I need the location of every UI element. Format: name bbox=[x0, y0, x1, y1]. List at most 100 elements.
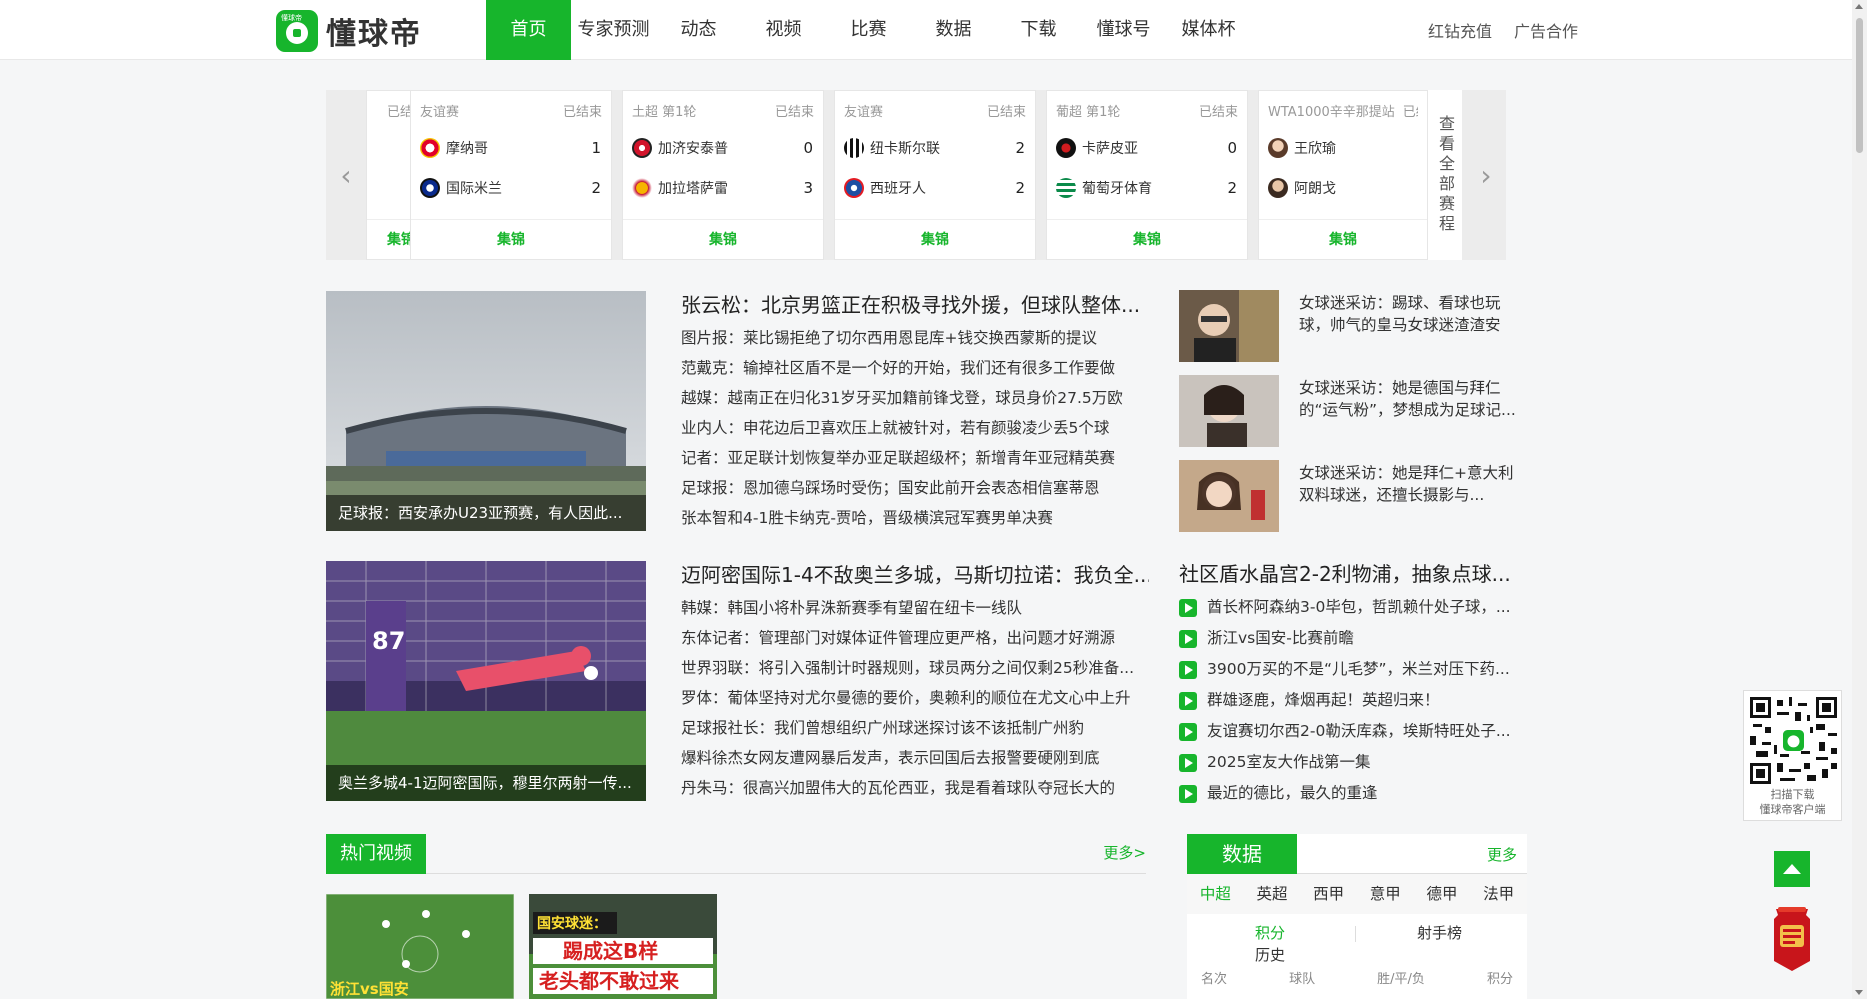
video-news-item[interactable]: 群雄逐鹿，烽烟再起！英超归来！ bbox=[1179, 685, 1519, 716]
qr-code-icon bbox=[1750, 697, 1837, 784]
news-item[interactable]: 足球报：恩加德乌踩场时受伤；国安此前开会表态相信塞蒂恩 bbox=[681, 473, 1149, 503]
highlights-link[interactable]: 集锦 bbox=[411, 219, 611, 259]
match-card[interactable]: WTA1000辛辛那提站已结束 王欣瑜 阿朗戈 集锦 bbox=[1258, 90, 1428, 260]
news-item[interactable]: 越媒：越南正在归化31岁牙买加籍前锋戈登，球员身价27.5万欧 bbox=[681, 383, 1149, 413]
news-item[interactable]: 图片报：莱比锡拒绝了切尔西用恩昆库+钱交换西蒙斯的提议 bbox=[681, 323, 1149, 353]
carousel-next-icon[interactable]: › bbox=[1466, 90, 1506, 260]
nav-home[interactable]: 首页 bbox=[486, 0, 571, 60]
match-carousel: ‹ 已结束 2 0 集锦 友谊赛 已结束 摩纳哥 1 国际米兰 2 集锦 土超 第1轮… bbox=[326, 90, 1506, 260]
video-news-item[interactable]: 2025室友大作战第一集 bbox=[1179, 747, 1519, 778]
subtab-divider bbox=[1355, 926, 1356, 942]
feature-caption: 足球报：西安承办U23亚预赛，有人因此... bbox=[326, 495, 646, 531]
tab-ligue-1[interactable]: 法甲 bbox=[1483, 874, 1514, 914]
tab-la-liga[interactable]: 西甲 bbox=[1313, 874, 1344, 914]
carousel-prev-icon[interactable]: ‹ bbox=[326, 90, 366, 260]
highlights-link[interactable]: 集锦 bbox=[623, 219, 823, 259]
side-news-headline[interactable]: 社区盾水晶宫2-2利物浦，抽象点球... bbox=[1179, 560, 1519, 588]
feature-news-image[interactable]: 足球报：西安承办U23亚预赛，有人因此... bbox=[326, 291, 646, 531]
video-news-title: 酋长杯阿森纳3-0毕包，哲凯赖什处子球，... bbox=[1207, 598, 1511, 616]
recharge-link[interactable]: 红钻充值 bbox=[1428, 18, 1492, 42]
video-news-item[interactable]: 最近的德比，最久的重逢 bbox=[1179, 778, 1519, 809]
highlights-link[interactable]: 集锦 bbox=[1259, 219, 1427, 259]
site-logo[interactable]: 懂球帝 懂球帝 bbox=[276, 10, 422, 52]
match-card[interactable]: 友谊赛 已结束 摩纳哥 1 国际米兰 2 集锦 bbox=[410, 90, 612, 260]
tab-history[interactable]: 历史 bbox=[1255, 944, 1285, 965]
sporting-logo-icon bbox=[1056, 178, 1076, 198]
match-card[interactable]: 土超 第1轮 已结束 加济安泰普 0 加拉塔萨雷 3 集锦 bbox=[622, 90, 824, 260]
tab-premier-league[interactable]: 英超 bbox=[1256, 874, 1287, 914]
nav-media-cup[interactable]: 媒体杯 bbox=[1166, 0, 1251, 60]
highlights-link[interactable]: 集锦 bbox=[1047, 219, 1247, 259]
tab-top-scorers[interactable]: 射手榜 bbox=[1417, 922, 1462, 943]
scroll-up-arrow-icon[interactable] bbox=[1855, 4, 1863, 9]
video-news-item[interactable]: 友谊赛切尔西2-0勒沃库森，埃斯特旺处子... bbox=[1179, 716, 1519, 747]
nav-expert-prediction[interactable]: 专家预测 bbox=[571, 0, 656, 60]
video-overlay-text: 浙江vs国安 bbox=[330, 980, 409, 998]
qr-caption: 扫描下载 懂球帝客户端 bbox=[1744, 787, 1841, 817]
promo-badge-icon[interactable] bbox=[1770, 905, 1814, 973]
column-points: 积分 bbox=[1486, 972, 1513, 987]
page-scrollbar[interactable] bbox=[1852, 0, 1867, 999]
match-card[interactable]: 友谊赛 已结束 纽卡斯尔联 2 西班牙人 2 集锦 bbox=[834, 90, 1036, 260]
play-icon bbox=[1179, 660, 1197, 679]
highlights-link[interactable]: 集锦 bbox=[835, 219, 1035, 259]
news-item[interactable]: 韩媒：韩国小将朴昇洙新赛季有望留在纽卡一线队 bbox=[681, 593, 1149, 623]
nav-data[interactable]: 数据 bbox=[911, 0, 996, 60]
news-item[interactable]: 业内人：申花边后卫喜欢压上就被针对，若有颜骏凌少丢5个球 bbox=[681, 413, 1149, 443]
news-item[interactable]: 足球报社长：我们曾想组织广州球迷探讨该不该抵制广州豹 bbox=[681, 713, 1149, 743]
data-panel: 数据 更多 中超 英超 西甲 意甲 德甲 法甲 积分 历史 射手榜 名次 球队 … bbox=[1187, 834, 1527, 999]
tab-csl[interactable]: 中超 bbox=[1200, 874, 1231, 914]
fan-interview-item[interactable]: 女球迷采访：她是拜仁+意大利双料球迷，还擅长摄影与... bbox=[1179, 460, 1519, 532]
news-item[interactable]: 爆料徐杰女网友遭网暴后发声，表示回国后去报警要硬刚到底 bbox=[681, 743, 1149, 773]
view-all-schedule-link[interactable]: 查看全部赛程 bbox=[1428, 90, 1462, 260]
ad-cooperation-link[interactable]: 广告合作 bbox=[1514, 18, 1578, 42]
feature-news-image[interactable]: 87 奥兰多城4-1迈阿密国际，穆里尔两射一传... bbox=[326, 561, 646, 801]
scrollbar-thumb[interactable] bbox=[1856, 18, 1863, 153]
home-team: 纽卡斯尔联 bbox=[870, 141, 940, 157]
player-avatar-icon bbox=[1268, 178, 1288, 198]
news-headline[interactable]: 迈阿密国际1-4不敌奥兰多城，马斯切拉诺：我负全... bbox=[681, 561, 1149, 589]
nav-dongqiu-account[interactable]: 懂球号 bbox=[1081, 0, 1166, 60]
news-item[interactable]: 记者：亚足联计划恢复举办亚足联超级杯；新增青年亚冠精英赛 bbox=[681, 443, 1149, 473]
hot-videos-header: 热门视频 更多> bbox=[326, 834, 1146, 874]
fan-interview-item[interactable]: 女球迷采访：踢球、看球也玩球，帅气的皇马女球迷渣渣安 bbox=[1179, 290, 1519, 362]
fan-interview-title: 女球迷采访：她是拜仁+意大利双料球迷，还擅长摄影与... bbox=[1299, 464, 1514, 504]
news-item[interactable]: 罗体：葡体坚持对尤尔曼德的要价，奥赖利的顺位在尤文心中上升 bbox=[681, 683, 1149, 713]
header-links: 红钻充值 广告合作 bbox=[1428, 0, 1578, 60]
tab-bundesliga[interactable]: 德甲 bbox=[1426, 874, 1457, 914]
away-score: 2 bbox=[1227, 179, 1237, 197]
match-status: 已结束 bbox=[986, 105, 1026, 120]
video-news-item[interactable]: 酋长杯阿森纳3-0毕包，哲凯赖什处子球，... bbox=[1179, 592, 1519, 623]
player-avatar-icon bbox=[1268, 138, 1288, 158]
news-item[interactable]: 世界羽联：将引入强制计时器规则，球员两分之间仅剩25秒准备... bbox=[681, 653, 1149, 683]
nav-feed[interactable]: 动态 bbox=[656, 0, 741, 60]
data-more-link[interactable]: 更多 bbox=[1487, 844, 1517, 865]
news-item[interactable]: 东体记者：管理部门对媒体证件管理应更严格，出问题才好溯源 bbox=[681, 623, 1149, 653]
video-news-item[interactable]: 浙江vs国安-比赛前瞻 bbox=[1179, 623, 1519, 654]
data-panel-title: 数据 bbox=[1187, 834, 1297, 874]
play-icon bbox=[1179, 598, 1197, 617]
tab-serie-a[interactable]: 意甲 bbox=[1370, 874, 1401, 914]
app-download-qr[interactable]: 扫描下载 懂球帝客户端 bbox=[1743, 690, 1842, 821]
tab-standings[interactable]: 积分 bbox=[1255, 922, 1285, 943]
back-to-top-icon[interactable] bbox=[1774, 851, 1810, 887]
nav-download[interactable]: 下载 bbox=[996, 0, 1081, 60]
news-item[interactable]: 张本智和4-1胜卡纳克-贾哈，晋级横滨冠军赛男单决赛 bbox=[681, 503, 1149, 533]
match-competition: WTA1000辛辛那提站 bbox=[1268, 105, 1395, 120]
play-icon bbox=[1179, 784, 1197, 803]
nav-matches[interactable]: 比赛 bbox=[826, 0, 911, 60]
match-card[interactable]: 葡超 第1轮 已结束 卡萨皮亚 0 葡萄牙体育 2 集锦 bbox=[1046, 90, 1248, 260]
play-icon bbox=[1179, 722, 1197, 741]
scroll-down-arrow-icon[interactable] bbox=[1855, 990, 1863, 995]
fan-photo bbox=[1179, 290, 1279, 362]
video-thumbnail[interactable]: 国安球迷： 踢成这B样 老头都不敢过来 bbox=[529, 894, 717, 999]
news-item[interactable]: 范戴克：输掉社区盾不是一个好的开始，我们还有很多工作要做 bbox=[681, 353, 1149, 383]
fan-interview-title: 女球迷采访：踢球、看球也玩球，帅气的皇马女球迷渣渣安 bbox=[1299, 294, 1501, 334]
news-item[interactable]: 丹朱马：很高兴加盟伟大的瓦伦西亚，我是看着球队夺冠长大的 bbox=[681, 773, 1149, 803]
news-headline[interactable]: 张云松：北京男篮正在积极寻找外援，但球队整体... bbox=[681, 291, 1149, 319]
fan-interview-item[interactable]: 女球迷采访：她是德国与拜仁的“运气粉”，梦想成为足球记... bbox=[1179, 375, 1519, 447]
video-thumbnail[interactable]: 浙江vs国安 bbox=[326, 894, 514, 999]
hot-videos-more-link[interactable]: 更多> bbox=[1103, 842, 1146, 863]
nav-video[interactable]: 视频 bbox=[741, 0, 826, 60]
video-news-item[interactable]: 3900万买的不是“儿毛梦”，米兰对压下药... bbox=[1179, 654, 1519, 685]
